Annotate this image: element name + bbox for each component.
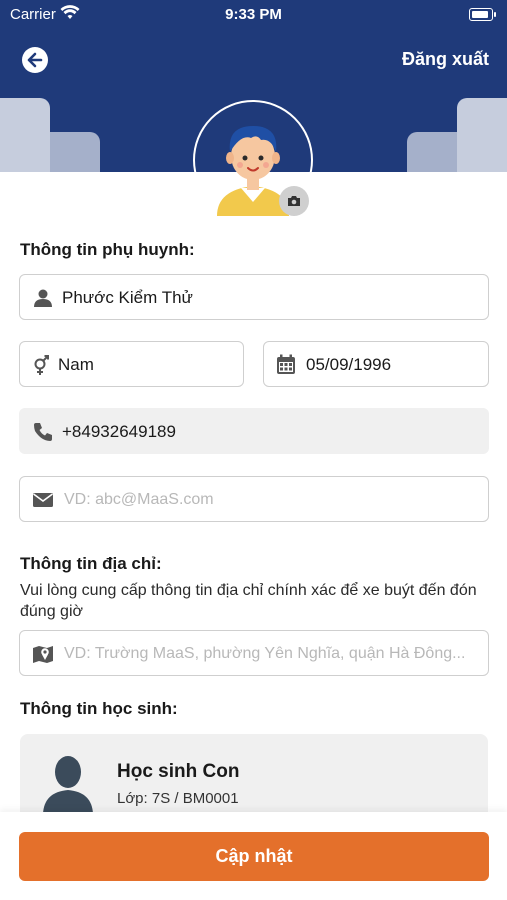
phone-field: +84932649189 — [19, 408, 489, 454]
gender-icon — [34, 355, 49, 375]
address-description: Vui lòng cung cấp thông tin địa chỉ chín… — [20, 582, 477, 620]
calendar-icon — [277, 354, 295, 374]
address-input[interactable]: VD: Trường MaaS, phường Yên Nghĩa, quận … — [19, 630, 489, 676]
clock: 9:33 PM — [225, 6, 282, 23]
envelope-icon — [33, 493, 53, 507]
birthdate-value: 05/09/1996 — [306, 355, 392, 374]
email-placeholder: VD: abc@MaaS.com — [64, 491, 214, 508]
email-input[interactable]: VD: abc@MaaS.com — [19, 476, 489, 522]
student-section-title: Thông tin học sinh: — [20, 699, 178, 718]
name-value: Phước Kiểm Thử — [62, 288, 193, 307]
phone-value: +84932649189 — [62, 422, 176, 441]
student-name: Học sinh Con — [117, 761, 240, 782]
phone-icon — [34, 423, 52, 441]
avatar — [193, 100, 313, 220]
gender-value: Nam — [58, 355, 94, 374]
user-icon — [34, 289, 52, 307]
header-decoration — [50, 132, 100, 172]
parent-section-title: Thông tin phụ huynh: — [20, 240, 195, 259]
back-button[interactable] — [22, 47, 48, 73]
map-icon — [33, 646, 53, 663]
battery-icon — [469, 8, 496, 21]
student-avatar-icon — [43, 756, 93, 814]
header-decoration — [457, 98, 507, 172]
camera-icon — [288, 196, 300, 206]
arrow-left-icon — [27, 52, 43, 68]
name-field[interactable]: Phước Kiểm Thử — [19, 274, 489, 320]
logout-button[interactable]: Đăng xuất — [402, 49, 489, 70]
student-class-info: Lớp: 7S / BM0001 — [117, 790, 239, 807]
address-placeholder: VD: Trường MaaS, phường Yên Nghĩa, quận … — [64, 645, 466, 662]
status-bar: Carrier 9:33 PM — [0, 0, 507, 30]
change-photo-button[interactable] — [279, 186, 309, 216]
header-decoration — [0, 98, 50, 172]
update-button[interactable]: Cập nhật — [19, 832, 489, 881]
gender-select[interactable]: Nam — [19, 341, 244, 387]
header-decoration — [407, 132, 457, 172]
address-section-title: Thông tin địa chỉ: — [20, 554, 162, 573]
birthdate-field[interactable]: 05/09/1996 — [263, 341, 489, 387]
